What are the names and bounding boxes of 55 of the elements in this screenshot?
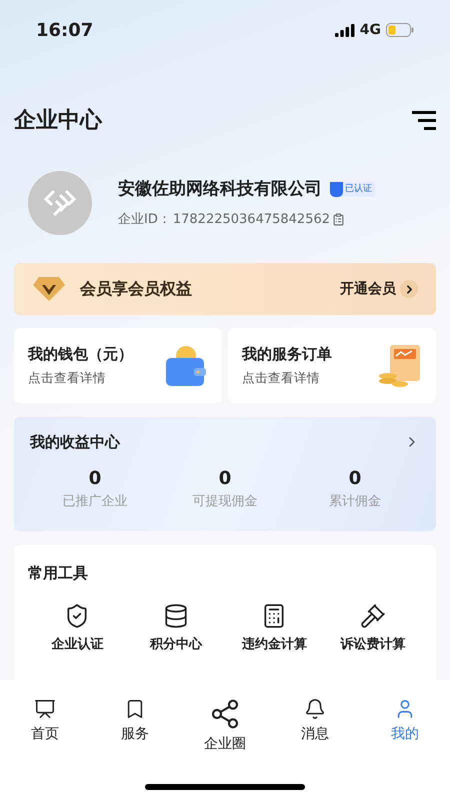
- membership-banner[interactable]: 会员享会员权益 开通会员: [14, 263, 436, 315]
- diamond-icon: [32, 276, 66, 302]
- income-title: 我的收益中心: [30, 432, 120, 453]
- tools-title: 常用工具: [28, 564, 88, 582]
- tab-label: 服务: [121, 725, 149, 744]
- tab-item[interactable]: 企业圈: [180, 698, 270, 755]
- page-title: 企业中心: [14, 106, 102, 135]
- card-title: 我的服务订单: [242, 344, 332, 365]
- tool-label: 企业认证: [51, 636, 104, 654]
- tab-label: 消息: [301, 725, 329, 744]
- tool-label: 诉讼费计算: [340, 636, 406, 654]
- shortcut-card[interactable]: 我的服务订单 点击查看详情: [228, 328, 436, 403]
- stat-value: 0: [348, 468, 362, 490]
- tab-item[interactable]: 首页: [0, 698, 90, 755]
- open-membership-link[interactable]: 开通会员: [340, 278, 396, 300]
- shortcut-card[interactable]: 我的钱包（元） 点击查看详情: [14, 328, 222, 403]
- order-document-icon: [376, 344, 422, 388]
- company-id-label: 企业ID：: [118, 211, 171, 229]
- tool-label: 积分中心: [150, 636, 202, 654]
- signal-icon: [334, 24, 355, 36]
- card-subtitle: 点击查看详情: [242, 369, 321, 388]
- tool-icon: [162, 603, 189, 629]
- tab-item[interactable]: 我的: [360, 698, 450, 755]
- tab-item[interactable]: 服务: [90, 698, 180, 755]
- tab-item[interactable]: 消息: [270, 698, 360, 755]
- verified-badge: 已认证: [330, 182, 375, 197]
- stat-label: 可提现佣金: [192, 492, 258, 510]
- tab-icon: [34, 698, 56, 720]
- tool-item[interactable]: 违约金计算: [225, 603, 324, 654]
- battery-icon: [386, 23, 414, 37]
- menu-icon[interactable]: [412, 110, 436, 130]
- wallet-icon: [164, 344, 208, 388]
- stat-value: 0: [218, 468, 232, 490]
- tool-item[interactable]: 积分中心: [126, 603, 225, 654]
- membership-text: 会员享会员权益: [80, 278, 192, 300]
- tab-label: 首页: [31, 725, 59, 744]
- tab-icon: [304, 698, 326, 720]
- stat-label: 累计佣金: [329, 492, 381, 510]
- tab-label: 我的: [391, 725, 419, 744]
- card-subtitle: 点击查看详情: [28, 369, 107, 388]
- tab-label: 企业圈: [204, 735, 246, 754]
- status-time: 16:07: [36, 18, 94, 42]
- chevron-icon: [400, 280, 418, 298]
- tab-icon: [209, 698, 241, 730]
- network-label: 4G: [360, 20, 381, 40]
- stat-label: 已推广企业: [62, 492, 128, 510]
- tool-item[interactable]: 企业认证: [28, 603, 126, 654]
- stat-value: 0: [88, 468, 102, 490]
- tool-icon: [360, 603, 386, 629]
- copy-icon[interactable]: [332, 213, 346, 226]
- company-name: 安徽佐助网络科技有限公司: [118, 178, 322, 200]
- tool-item[interactable]: 诉讼费计算: [324, 603, 422, 654]
- tool-label: 违约金计算: [242, 636, 307, 654]
- company-id: 1782225036475842562: [172, 211, 330, 229]
- card-title: 我的钱包（元）: [28, 344, 133, 365]
